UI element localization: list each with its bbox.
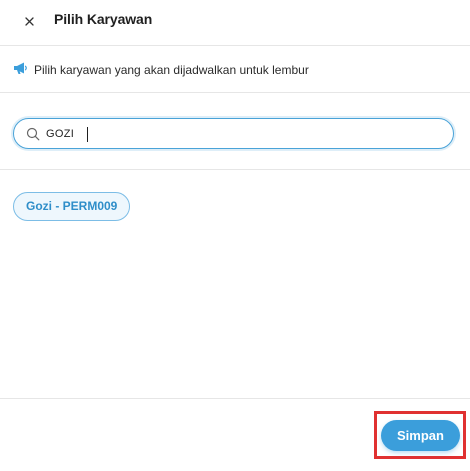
- search-icon: [26, 127, 40, 141]
- employee-chip-label: Gozi - PERM009: [26, 199, 118, 213]
- search-field[interactable]: [13, 118, 454, 149]
- search-input[interactable]: [46, 125, 436, 143]
- text-caret: [87, 127, 88, 142]
- save-button[interactable]: Simpan: [381, 420, 460, 451]
- select-employee-modal: Pilih Karyawan Pilih karyawan yang akan …: [0, 0, 470, 471]
- megaphone-icon: [14, 62, 27, 74]
- search-section: [0, 94, 470, 170]
- modal-footer: Simpan: [0, 398, 470, 471]
- employee-chip[interactable]: Gozi - PERM009: [13, 192, 131, 221]
- modal-header: Pilih Karyawan: [0, 0, 470, 46]
- close-icon: [24, 16, 34, 26]
- modal-title: Pilih Karyawan: [54, 11, 153, 27]
- info-text: Pilih karyawan yang akan dijadwalkan unt…: [34, 63, 309, 77]
- close-button[interactable]: [20, 12, 38, 30]
- info-banner: Pilih karyawan yang akan dijadwalkan unt…: [0, 47, 470, 93]
